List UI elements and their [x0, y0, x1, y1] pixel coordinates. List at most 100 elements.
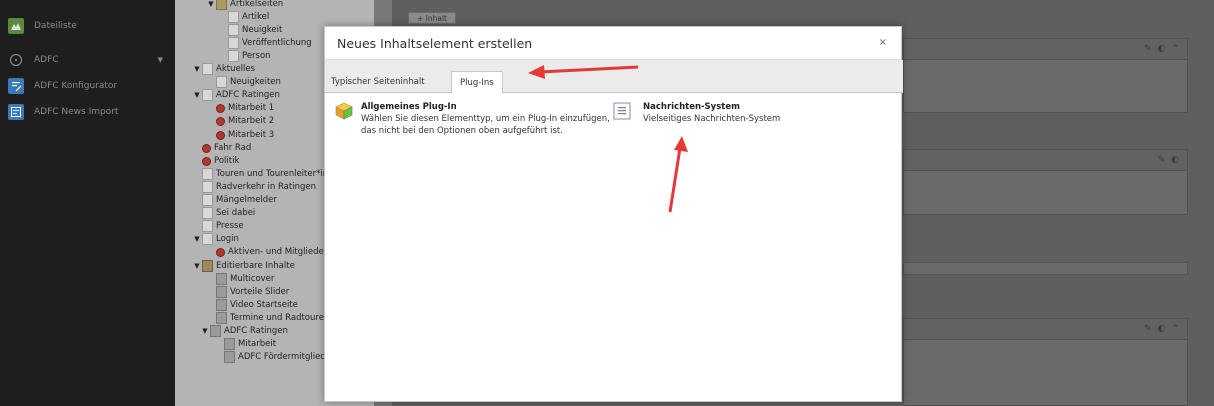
tree-item[interactable]: Aktiven- und Mitgliedert	[207, 246, 331, 259]
tree-item[interactable]: ▼ ADFC Ratingen	[193, 89, 280, 102]
toggle-icon[interactable]: ◐	[1158, 44, 1166, 54]
content-page-icon	[216, 298, 227, 311]
tree-item[interactable]: ▼ Editierbare Inhalte	[193, 259, 295, 272]
expand-toggle-icon[interactable]: ▼	[193, 65, 201, 73]
toggle-icon[interactable]: ◐	[1171, 155, 1179, 165]
content-page-icon	[224, 338, 235, 351]
add-content-button[interactable]: + Inhalt	[408, 12, 456, 24]
tree-item[interactable]: Neuigkeit	[219, 23, 282, 36]
wizard-item-title: Allgemeines Plug-In	[361, 102, 457, 112]
page-page-icon	[228, 36, 239, 49]
tree-item[interactable]: Vorteile Slider	[207, 285, 289, 298]
news-import-icon	[8, 104, 24, 120]
wizard-item-title: Nachrichten-System	[643, 102, 740, 112]
tree-item-label: Artikelseiten	[230, 0, 284, 9]
tree-item-label: Login	[216, 234, 239, 245]
tree-item[interactable]: Artikel	[219, 10, 269, 23]
tree-item[interactable]: Video Startseite	[207, 298, 298, 311]
sidebar-item-adfc-konfigurator[interactable]: ADFC Konfigurator	[0, 74, 175, 98]
expand-toggle-icon[interactable]: ▼	[193, 235, 201, 243]
tree-item[interactable]: ▼ ADFC Ratingen	[201, 325, 288, 338]
tree-item[interactable]: Touren und Tourenleiter*in	[193, 167, 328, 180]
tree-item[interactable]: Fahr Rad	[193, 141, 251, 154]
pencil-icon[interactable]: ✎	[1158, 155, 1166, 165]
dialog-body: Typischer Seiteninhalt Plug-Ins Allgemei…	[325, 60, 903, 403]
tree-item[interactable]: ▼ Login	[193, 233, 239, 246]
wizard-item-allgemeines-plugin[interactable]: Allgemeines Plug-In Wählen Sie diesen El…	[335, 102, 615, 137]
tree-item[interactable]: Veröffentlichung	[219, 36, 312, 49]
page-page-icon	[228, 49, 239, 62]
tree-item[interactable]: Mängelmelder	[193, 194, 277, 207]
tab-plug-ins[interactable]: Plug-Ins	[451, 71, 503, 94]
panel-actions: ✎ ◐ ⌃	[1144, 44, 1179, 54]
tree-item[interactable]: Radverkehr in Ratingen	[193, 180, 316, 193]
sidebar-item-adfc-news-import[interactable]: ADFC News Import	[0, 100, 175, 124]
tree-item-label: Veröffentlichung	[242, 37, 312, 48]
tree-item-label: Sei dabei	[216, 208, 256, 219]
tree-item-label: Fahr Rad	[214, 142, 252, 153]
tree-item[interactable]: Neuigkeiten	[207, 76, 281, 89]
tree-item[interactable]: Presse	[193, 220, 244, 233]
content-page-icon	[216, 311, 227, 324]
tree-item-label: Editierbare Inhalte	[216, 260, 295, 271]
tree-item-label: Mitarbeit 3	[228, 129, 275, 140]
file-list-icon	[8, 18, 24, 34]
wizard-item-nachrichten-system[interactable]: Nachrichten-System Vielseitiges Nachrich…	[613, 102, 883, 125]
news-system-icon	[613, 102, 631, 120]
page-page-icon	[228, 23, 239, 36]
tree-item-label: Artikel	[242, 11, 270, 22]
content-page-icon	[216, 272, 227, 285]
login-page-icon	[202, 233, 213, 246]
page-page-icon	[202, 220, 213, 233]
pencil-icon[interactable]: ✎	[1144, 324, 1152, 334]
sidebar-item-adfc[interactable]: ADFC ▼	[0, 48, 175, 72]
toggle-icon[interactable]: ◐	[1158, 324, 1166, 334]
page-page-icon	[202, 194, 213, 206]
wizard-item-description: Wählen Sie diesen Elementtyp, um ein Plu…	[361, 114, 610, 136]
tree-item[interactable]: Mitarbeit 1	[207, 102, 274, 115]
tree-item[interactable]: Mitarbeit 3	[207, 128, 274, 141]
expand-toggle-icon[interactable]: ▼	[207, 0, 215, 8]
sidebar-item-label: ADFC Konfigurator	[34, 81, 118, 91]
tab-typischer-seiteninhalt[interactable]: Typischer Seiteninhalt	[323, 71, 433, 93]
tree-item[interactable]: ▼ Aktuelles	[193, 63, 255, 76]
tree-item[interactable]: ADFC Fördermitglieder	[215, 351, 334, 364]
tree-item-label: Radverkehr in Ratingen	[216, 181, 316, 192]
tree-item-label: ADFC Ratingen	[216, 90, 280, 101]
tree-item[interactable]: Politik	[193, 154, 239, 167]
tree-item[interactable]: Mitarbeit 2	[207, 115, 274, 128]
restricted-page-icon	[216, 117, 225, 127]
new-content-element-dialog: Neues Inhaltselement erstellen × Typisch…	[324, 26, 903, 403]
page-page-icon	[202, 207, 213, 220]
expand-toggle-icon[interactable]: ▼	[193, 91, 201, 99]
wizard-item-description: Vielseitiges Nachrichten-System	[643, 114, 781, 124]
close-icon[interactable]: ×	[879, 37, 887, 48]
page-page-icon	[202, 167, 213, 180]
chevron-up-icon[interactable]: ⌃	[1171, 44, 1179, 54]
tree-item-label: ADFC Fördermitglieder	[238, 352, 335, 363]
folder-page-icon	[216, 0, 227, 10]
tree-item[interactable]: Multicover	[207, 272, 274, 285]
page-page-icon	[216, 76, 227, 89]
tab-bar: Typischer Seiteninhalt Plug-Ins	[323, 60, 903, 94]
expand-toggle-icon[interactable]: ▼	[201, 327, 209, 335]
tree-item-label: Mitarbeit 1	[228, 103, 275, 114]
restricted-page-icon	[216, 130, 225, 140]
tree-item-label: ADFC Ratingen	[224, 326, 288, 336]
restricted-page-icon	[216, 248, 225, 258]
tree-item[interactable]: Termine und Radtouren	[207, 311, 329, 324]
chevron-up-icon[interactable]: ⌃	[1171, 324, 1179, 334]
tree-item[interactable]: Sei dabei	[193, 207, 255, 220]
pencil-icon[interactable]: ✎	[1144, 44, 1152, 54]
tree-item[interactable]: ▼ Artikelseiten	[207, 0, 283, 10]
tree-item-label: Presse	[216, 221, 244, 232]
tree-item-label: Person	[242, 50, 271, 61]
tree-item-label: Mitarbeit 2	[228, 116, 275, 127]
panel-actions: ✎ ◐	[1158, 155, 1179, 165]
sidebar-item-dateiliste[interactable]: Dateiliste	[0, 14, 175, 38]
tree-item[interactable]: Person	[219, 49, 271, 62]
tree-item[interactable]: Mitarbeit	[215, 338, 276, 351]
tree-item-label: Vorteile Slider	[230, 286, 290, 297]
content-strip	[903, 262, 1188, 275]
expand-toggle-icon[interactable]: ▼	[193, 262, 201, 270]
